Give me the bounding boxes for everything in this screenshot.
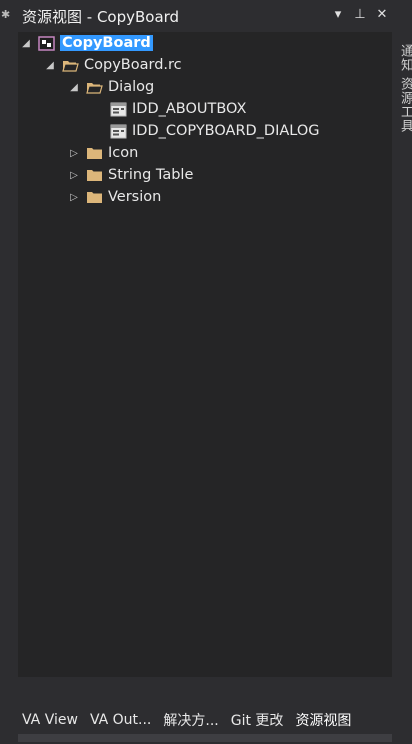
expand-arrow-icon[interactable]: ◢ (44, 60, 56, 71)
tree-item-icon-folder[interactable]: ▷ Icon (68, 142, 138, 164)
tree-item-project[interactable]: ◢ CopyBoard (20, 32, 153, 54)
expand-arrow-icon[interactable]: ◢ (68, 82, 80, 93)
tree-item-dialog[interactable]: IDD_ABOUTBOX (110, 98, 246, 120)
tree-item-version-folder[interactable]: ▷ Version (68, 186, 161, 208)
tree-item-label: Dialog (108, 79, 155, 95)
tree-item-label: IDD_COPYBOARD_DIALOG (132, 123, 320, 139)
tree-item-dialog[interactable]: IDD_COPYBOARD_DIALOG (110, 120, 320, 142)
tree-item-string-table-folder[interactable]: ▷ String Table (68, 164, 193, 186)
open-folder-icon (86, 82, 103, 94)
project-icon (38, 35, 55, 51)
tab-resource-view[interactable]: 资源视图 (289, 710, 357, 730)
pin-icon[interactable]: ⊥ (354, 7, 366, 22)
tab-git-changes[interactable]: Git 更改 (225, 710, 290, 730)
panel-title: 资源视图 - CopyBoard (22, 7, 180, 26)
dialog-resource-icon (110, 124, 127, 138)
bottom-tab-bar: VA View VA Out... 解决方... Git 更改 资源视图 (16, 706, 394, 734)
folder-icon (87, 191, 102, 203)
tree-item-dialog-folder[interactable]: ◢ Dialog (68, 76, 154, 98)
tree-item-label: Version (108, 189, 162, 205)
right-dock-strip: 通知 资源工具 (394, 0, 412, 744)
tree-item-label: String Table (108, 167, 194, 183)
close-icon[interactable]: ✕ (376, 7, 388, 22)
tab-solution-explorer[interactable]: 解决方... (157, 710, 224, 730)
collapse-arrow-icon[interactable]: ▷ (68, 148, 80, 159)
folder-icon (87, 147, 102, 159)
folder-icon (87, 169, 102, 181)
tree-item-label: CopyBoard.rc (84, 57, 182, 73)
tree-item-rc-file[interactable]: ◢ CopyBoard.rc (44, 54, 182, 76)
expand-arrow-icon[interactable]: ◢ (20, 38, 32, 49)
horizontal-scrollbar[interactable] (18, 734, 392, 742)
dialog-resource-icon (110, 102, 127, 116)
tree-item-label: Icon (108, 145, 139, 161)
resource-tree: ◢ CopyBoard ◢ CopyBoard.rc ◢ Dialog IDD_… (18, 32, 392, 677)
tree-item-label: CopyBoard (60, 35, 153, 51)
pin-icon[interactable]: ✱ (1, 8, 10, 21)
resource-view-panel: 资源视图 - CopyBoard ▾ ⊥ ✕ ◢ CopyBoard ◢ Cop… (16, 0, 394, 744)
panel-titlebar: 资源视图 - CopyBoard ▾ ⊥ ✕ (16, 0, 394, 32)
left-dock-strip: ✱ (0, 0, 16, 744)
title-tools: ▾ ⊥ ✕ (332, 7, 388, 22)
tab-va-outline[interactable]: VA Out... (84, 712, 157, 728)
collapse-arrow-icon[interactable]: ▷ (68, 192, 80, 203)
tree-item-label: IDD_ABOUTBOX (132, 101, 247, 117)
side-tab-notifications[interactable]: 通知 资源工具 (396, 44, 412, 133)
open-folder-icon (62, 60, 79, 72)
collapse-arrow-icon[interactable]: ▷ (68, 170, 80, 181)
dropdown-icon[interactable]: ▾ (332, 7, 344, 22)
tab-va-view[interactable]: VA View (16, 712, 84, 728)
